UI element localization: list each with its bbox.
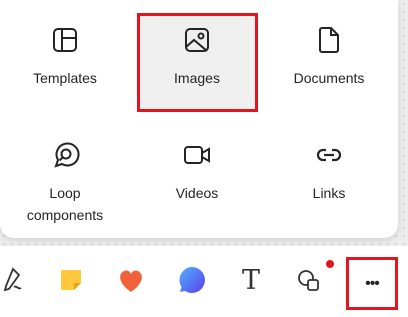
shapes-button[interactable] [290,260,330,300]
pen-icon [3,267,22,292]
menu-item-templates[interactable]: Templates [5,0,125,100]
insert-menu-panel: Templates Images Documents Loop componen… [0,0,398,238]
menu-item-videos[interactable]: Videos [137,115,257,215]
menu-item-label: Documents [293,70,365,86]
menu-item-loop-components[interactable]: Loop components [5,115,125,223]
pen-tool-button[interactable] [0,260,34,300]
templates-icon [50,25,80,55]
menu-item-label: Videos [175,185,219,201]
comment-icon [179,267,205,293]
menu-item-label: Links [312,185,346,201]
link-icon [314,140,344,170]
more-button[interactable]: ••• [346,257,398,310]
text-tool-button[interactable]: T [231,260,271,300]
menu-item-label: Loop components [26,185,104,223]
menu-item-label: Templates [33,70,97,86]
menu-item-links[interactable]: Links [269,115,389,215]
comment-button[interactable] [172,260,212,300]
loop-icon [50,140,80,170]
sticky-note-icon [61,270,81,290]
notification-dot [325,259,335,269]
menu-item-images[interactable]: Images [137,0,257,100]
menu-item-label: Images [174,70,220,86]
sticky-note-button[interactable] [51,260,91,300]
image-icon [182,25,212,55]
reactions-button[interactable] [111,260,151,300]
document-icon [314,25,344,55]
more-icon: ••• [365,274,380,292]
heart-icon [120,270,142,292]
text-icon: T [241,264,260,296]
menu-item-documents[interactable]: Documents [269,0,389,100]
video-icon [182,140,212,170]
shapes-icon [298,270,319,291]
